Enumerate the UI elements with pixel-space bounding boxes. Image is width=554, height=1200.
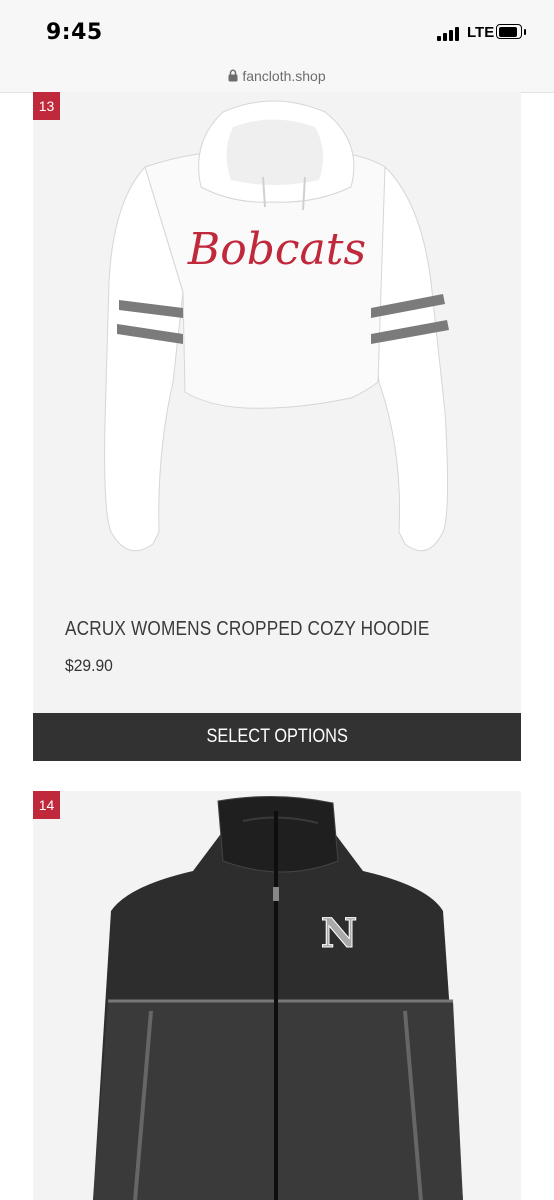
hoodie-print-text: Bobcats <box>187 224 366 275</box>
product-price: $29.90 <box>65 656 113 675</box>
product-title[interactable]: ACRUX WOMENS CROPPED COZY HOODIE <box>65 618 430 641</box>
product-index-badge: 13 <box>33 92 60 120</box>
url-text: fancloth.shop <box>242 67 326 84</box>
battery-icon <box>496 24 526 40</box>
url-bar[interactable]: fancloth.shop <box>0 62 554 93</box>
product-card[interactable]: N 14 <box>33 791 521 1200</box>
jacket-logo-text: N <box>321 910 358 957</box>
product-card[interactable]: Bobcats 13 ACRUX WOMENS CROPPED COZY HOO… <box>33 92 521 713</box>
product-index-badge: 14 <box>33 791 60 819</box>
select-options-button[interactable]: SELECT OPTIONS <box>33 713 521 761</box>
product-image-jacket[interactable]: N <box>33 791 521 1200</box>
network-type: LTE <box>467 24 495 41</box>
select-options-label: SELECT OPTIONS <box>206 726 348 747</box>
signal-icon <box>437 25 463 41</box>
status-bar: 9:45 LTE <box>0 0 554 62</box>
lock-icon <box>228 69 238 82</box>
product-image-hoodie[interactable]: Bobcats <box>33 92 521 562</box>
status-time: 9:45 <box>46 20 103 45</box>
